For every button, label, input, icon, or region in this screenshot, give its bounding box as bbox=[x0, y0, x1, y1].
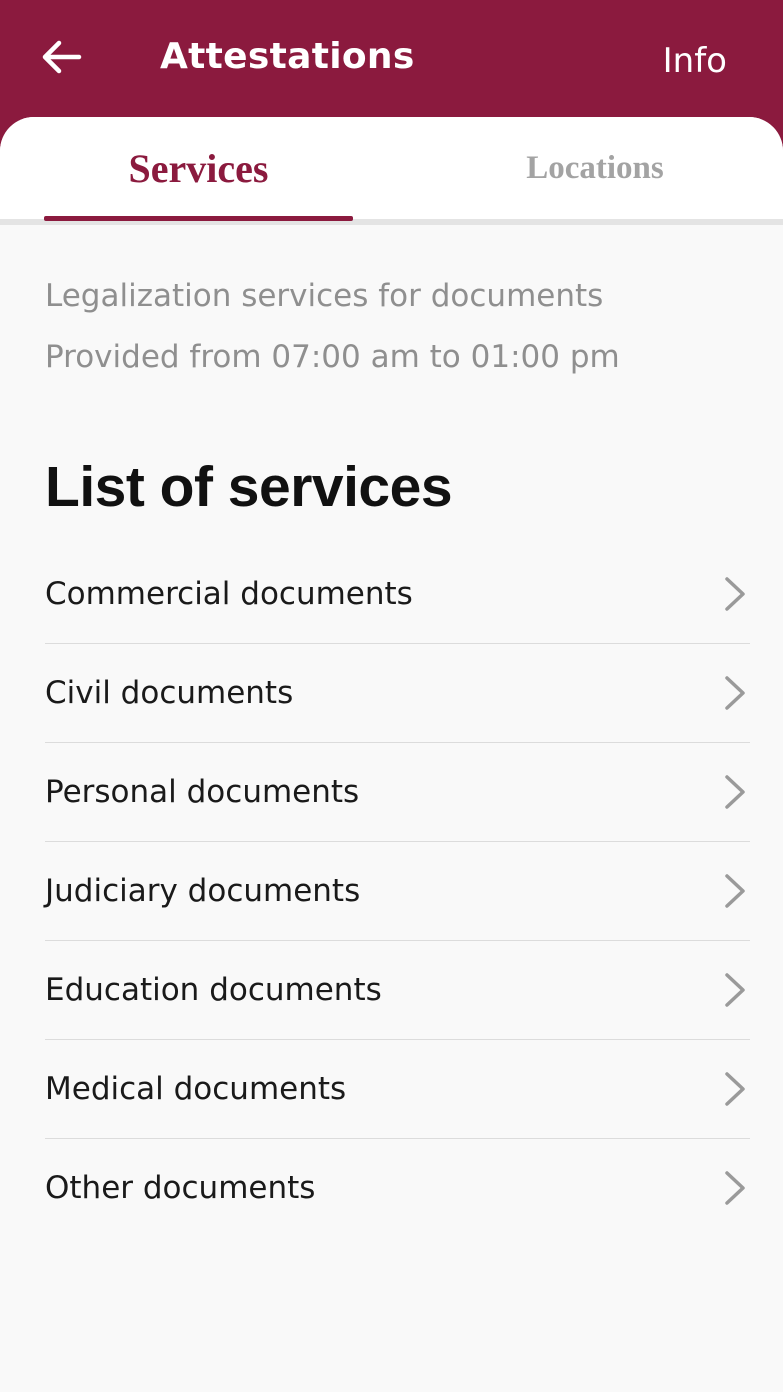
tab-locations-label: Locations bbox=[526, 149, 664, 186]
app-screen: Attestations Info Services Locations Leg… bbox=[0, 0, 783, 1392]
section-title: List of services bbox=[45, 455, 453, 519]
arrow-left-icon bbox=[42, 40, 82, 78]
service-item-label: Other documents bbox=[45, 1170, 316, 1206]
service-item-personal[interactable]: Personal documents bbox=[45, 743, 750, 842]
tab-bar: Services Locations bbox=[0, 117, 783, 225]
chevron-right-icon bbox=[722, 774, 748, 810]
page-title: Attestations bbox=[160, 36, 415, 77]
service-item-other[interactable]: Other documents bbox=[45, 1139, 750, 1237]
service-item-commercial[interactable]: Commercial documents bbox=[45, 545, 750, 644]
tab-services-label: Services bbox=[128, 145, 269, 191]
service-item-label: Judiciary documents bbox=[45, 873, 361, 909]
chevron-right-icon bbox=[722, 1170, 748, 1206]
content-card: Services Locations Legalization services… bbox=[0, 117, 783, 1392]
chevron-right-icon bbox=[722, 1071, 748, 1107]
chevron-right-icon bbox=[722, 873, 748, 909]
service-item-judiciary[interactable]: Judiciary documents bbox=[45, 842, 750, 941]
active-tab-indicator bbox=[44, 216, 353, 221]
description-line-1: Legalization services for documents bbox=[45, 278, 604, 314]
chevron-right-icon bbox=[722, 576, 748, 612]
chevron-right-icon bbox=[722, 972, 748, 1008]
info-button[interactable]: Info bbox=[663, 38, 727, 84]
service-item-education[interactable]: Education documents bbox=[45, 941, 750, 1040]
service-item-label: Education documents bbox=[45, 972, 382, 1008]
service-item-label: Medical documents bbox=[45, 1071, 347, 1107]
tab-locations[interactable]: Locations bbox=[440, 117, 750, 219]
services-list: Commercial documents Civil documents Per… bbox=[45, 545, 750, 1237]
service-item-medical[interactable]: Medical documents bbox=[45, 1040, 750, 1139]
service-description: Legalization services for documents Prov… bbox=[45, 266, 620, 388]
service-item-label: Personal documents bbox=[45, 774, 360, 810]
tab-services[interactable]: Services bbox=[44, 117, 353, 221]
service-item-label: Commercial documents bbox=[45, 576, 413, 612]
service-item-label: Civil documents bbox=[45, 675, 294, 711]
description-line-2: Provided from 07:00 am to 01:00 pm bbox=[45, 339, 620, 375]
back-button[interactable] bbox=[38, 36, 86, 82]
chevron-right-icon bbox=[722, 675, 748, 711]
service-item-civil[interactable]: Civil documents bbox=[45, 644, 750, 743]
